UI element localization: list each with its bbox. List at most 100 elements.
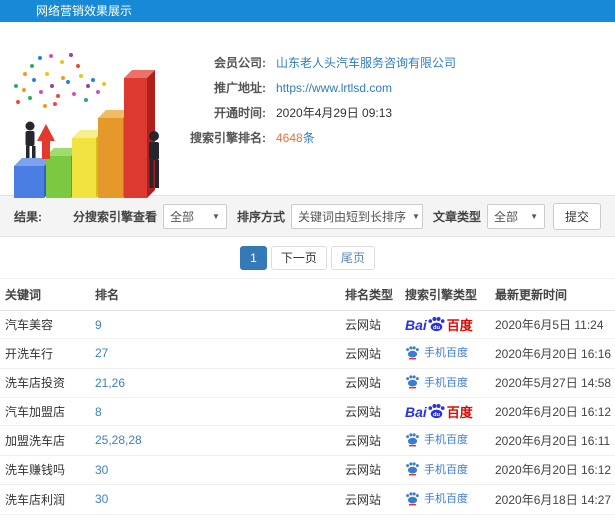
table-row: 加盟洗车店 25,28,28 云网站 手机百度 2020年6月20日 16:11 — [0, 425, 615, 456]
keyword-cell: 加盟洗车店 — [0, 425, 90, 456]
promo-url-row: 推广地址: https://www.lrtlsd.com — [176, 75, 456, 100]
keyword-column-header: 关键词 — [0, 278, 90, 311]
company-label: 会员公司: — [214, 56, 266, 70]
table-row: 开洗车行 27 云网站 手机百度 2020年6月20日 16:16 — [0, 338, 615, 369]
updated-cell: 2020年5月27日 14:58 — [490, 368, 615, 398]
keyword-cell: 汽车美容 — [0, 310, 90, 339]
engine-cell: 手机百度 — [400, 484, 490, 515]
rank-type-column-header: 排名类型 — [340, 278, 400, 311]
confetti-dots — [14, 53, 106, 108]
open-time-label: 开通时间: — [214, 106, 266, 120]
info-section: 会员公司: 山东老人头汽车服务咨询有限公司 推广地址: https://www.… — [0, 22, 615, 198]
mobile-baidu-logo: 手机百度 — [405, 431, 468, 447]
updated-cell: 2020年6月18日 14:27 — [490, 484, 615, 515]
next-page-button[interactable]: 下一页 — [270, 246, 327, 270]
engine-rank-label: 搜索引擎排名: — [190, 131, 266, 145]
rank-cell[interactable]: 25,28,28 — [90, 425, 340, 456]
page-1-button[interactable]: 1 — [240, 246, 267, 270]
businessman-left-icon — [25, 121, 36, 158]
table-row: 洗车店投资 21,26 云网站 手机百度 2020年5月27日 14:58 — [0, 368, 615, 398]
page-title: 网络营销效果展示 — [36, 4, 133, 18]
rank-type-cell: 云网站 — [340, 310, 400, 339]
bar-chart-illustration — [14, 53, 159, 198]
rank-cell[interactable]: 21,26 — [90, 368, 340, 398]
rank-type-cell: 云网站 — [340, 368, 400, 398]
table-row: 汽车加盟店 8 云网站 Bai du 百度 2020年6月20日 16:12 — [0, 397, 615, 426]
table-row: 洗车店加盟 3 云网站 Bai du 百度 2020年6月18日 14:30 — [0, 514, 615, 520]
keyword-cell: 洗车店加盟 — [0, 514, 90, 520]
engine-filter-value: 全部 — [169, 209, 194, 224]
rank-cell[interactable]: 30 — [90, 455, 340, 485]
bars-group — [14, 70, 155, 198]
rank-type-cell: 云网站 — [340, 514, 400, 520]
mobile-baidu-logo: 手机百度 — [405, 344, 468, 360]
engine-rank-unit: 条 — [302, 131, 315, 145]
baidu-paw-icon — [406, 345, 419, 359]
rank-cell[interactable]: 30 — [90, 484, 340, 515]
dropdown-caret-icon: ▼ — [212, 211, 220, 221]
article-type-label: 文章类型 — [432, 209, 481, 224]
rank-cell[interactable]: 8 — [90, 397, 340, 426]
promo-url-link[interactable]: https://www.lrtlsd.com — [276, 81, 392, 95]
mobile-baidu-logo: 手机百度 — [405, 374, 468, 390]
rank-cell[interactable]: 3 — [90, 514, 340, 520]
table-header-row: 关键词 排名 排名类型 搜索引擎类型 最新更新时间 — [0, 278, 615, 311]
svg-text:du: du — [433, 412, 441, 418]
sort-filter-value: 关键词由短到长排序 — [297, 209, 406, 224]
filter-bar: 结果: 分搜索引擎查看 全部 ▼ 排序方式 关键词由短到长排序 ▼ 文章类型 全… — [0, 195, 615, 237]
company-row: 会员公司: 山东老人头汽车服务咨询有限公司 — [176, 50, 456, 75]
company-link[interactable]: 山东老人头汽车服务咨询有限公司 — [276, 54, 456, 71]
engine-cell: Bai du 百度 — [400, 310, 490, 339]
baidu-paw-icon — [406, 491, 419, 505]
svg-text:du: du — [433, 325, 441, 331]
sort-filter-select[interactable]: 关键词由短到长排序 ▼ — [290, 203, 423, 229]
engine-rank-count: 4648 — [276, 130, 303, 145]
keyword-cell: 洗车店投资 — [0, 368, 90, 398]
pagination: 1 下一页 尾页 — [0, 237, 615, 278]
updated-cell: 2020年6月20日 16:16 — [490, 338, 615, 369]
open-time-row: 开通时间: 2020年4月29日 09:13 — [176, 100, 456, 125]
article-type-select[interactable]: 全部 ▼ — [486, 203, 545, 229]
engine-filter-select[interactable]: 全部 ▼ — [162, 203, 227, 229]
company-info-panel: 会员公司: 山东老人头汽车服务咨询有限公司 推广地址: https://www.… — [176, 50, 456, 150]
rank-cell[interactable]: 27 — [90, 338, 340, 369]
engine-cell: Bai du 百度 — [400, 397, 490, 426]
baidu-paw-icon — [406, 375, 419, 389]
table-row: 洗车店利润 30 云网站 手机百度 2020年6月18日 14:27 — [0, 484, 615, 515]
updated-cell: 2020年6月18日 14:30 — [490, 514, 615, 520]
updated-cell: 2020年6月20日 16:11 — [490, 425, 615, 456]
rank-column-header: 排名 — [90, 278, 340, 311]
keyword-cell: 洗车店利润 — [0, 484, 90, 515]
updated-column-header: 最新更新时间 — [490, 278, 615, 311]
table-row: 汽车美容 9 云网站 Bai du 百度 2020年6月5日 11:24 — [0, 310, 615, 339]
table-row: 洗车赚钱吗 30 云网站 手机百度 2020年6月20日 16:12 — [0, 455, 615, 485]
rank-type-cell: 云网站 — [340, 338, 400, 369]
promo-url-label: 推广地址: — [214, 81, 266, 95]
engine-cell: 手机百度 — [400, 368, 490, 398]
engine-type-column-header: 搜索引擎类型 — [400, 278, 490, 311]
engine-cell: 手机百度 — [400, 338, 490, 369]
rank-type-cell: 云网站 — [340, 455, 400, 485]
submit-button[interactable]: 提交 — [552, 202, 601, 230]
baidu-logo: Bai du 百度 — [405, 317, 473, 333]
keyword-cell: 开洗车行 — [0, 338, 90, 369]
dropdown-caret-icon: ▼ — [411, 211, 420, 221]
open-time-value: 2020年4月29日 09:13 — [276, 106, 393, 120]
baidu-paw-icon — [406, 462, 419, 476]
updated-cell: 2020年6月20日 16:12 — [490, 397, 615, 426]
rank-cell[interactable]: 9 — [90, 310, 340, 339]
baidu-paw-icon: du — [428, 317, 445, 332]
article-type-value: 全部 — [493, 209, 518, 224]
rank-type-cell: 云网站 — [340, 397, 400, 426]
engine-cell: 手机百度 — [400, 425, 490, 456]
last-page-button[interactable]: 尾页 — [330, 246, 375, 270]
mobile-baidu-logo: 手机百度 — [405, 490, 468, 506]
result-label: 结果: — [14, 209, 42, 224]
keyword-ranking-table: 关键词 排名 排名类型 搜索引擎类型 最新更新时间 汽车美容 9 云网站 Bai… — [0, 278, 615, 520]
baidu-paw-icon — [406, 432, 419, 446]
keyword-cell: 洗车赚钱吗 — [0, 455, 90, 485]
dropdown-caret-icon: ▼ — [530, 211, 538, 221]
engine-filter-label: 分搜索引擎查看 — [72, 209, 157, 224]
engine-rank-row: 搜索引擎排名: 4648 条 — [176, 125, 456, 150]
filter-controls: 分搜索引擎查看 全部 ▼ 排序方式 关键词由短到长排序 ▼ 文章类型 全部 ▼ … — [63, 202, 601, 230]
